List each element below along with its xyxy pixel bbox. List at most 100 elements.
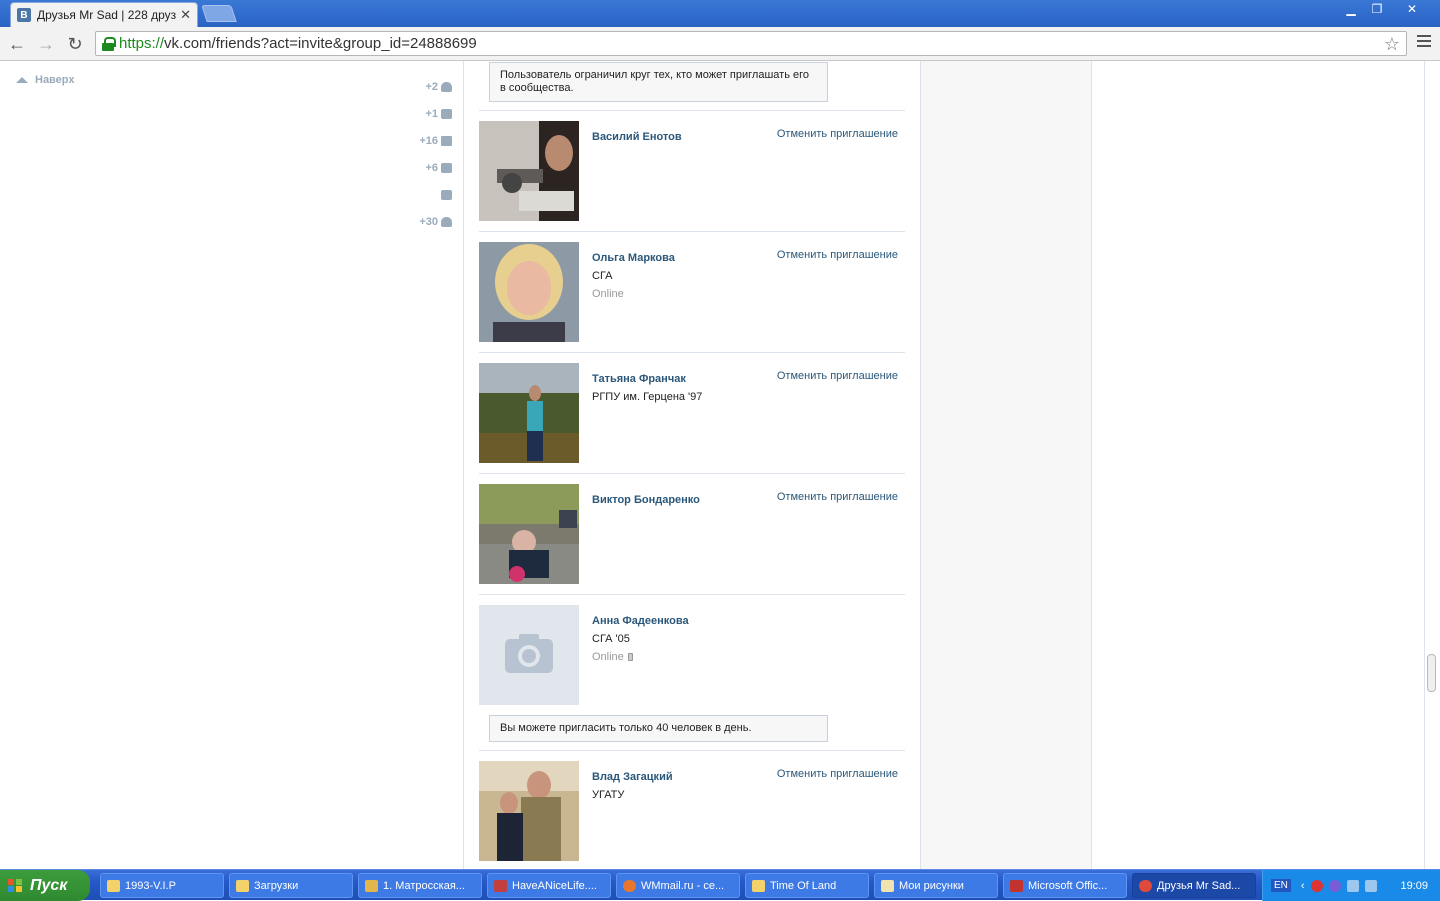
cancel-invite-link[interactable]: Отменить приглашение — [777, 768, 898, 780]
counter-photos[interactable]: +1 — [419, 100, 452, 127]
row-separator — [479, 594, 905, 595]
taskbar-item-label: Мои рисунки — [899, 879, 964, 892]
friend-name[interactable]: Анна Фадеенкова — [592, 615, 689, 627]
tab-active[interactable]: В Друзья Mr Sad | 228 друзей ✕ — [10, 2, 198, 27]
scroll-to-top-link[interactable]: Наверх — [16, 74, 75, 86]
cancel-invite-link[interactable]: Отменить приглашение — [777, 370, 898, 382]
avatar-photo — [479, 484, 579, 584]
page-content: Наверх +2 +1 +16 +6 +30 Пользователь огр… — [0, 61, 1440, 869]
taskbar-item[interactable]: 1. Матросская... — [358, 873, 482, 898]
cancel-invite-link[interactable]: Отменить приглашение — [777, 491, 898, 503]
no-photo-camera-icon — [479, 605, 579, 705]
row-separator — [479, 473, 905, 474]
taskbar-item[interactable]: Загрузки — [229, 873, 353, 898]
minimize-icon[interactable]: ▁ — [1338, 0, 1364, 18]
windows-logo-icon — [8, 878, 22, 893]
row-separator — [479, 110, 905, 111]
avatar-photo — [479, 761, 579, 861]
counter-value: +30 — [419, 215, 438, 228]
counter-groups[interactable]: +6 — [419, 154, 452, 181]
avatar[interactable] — [479, 363, 579, 463]
avatar[interactable] — [479, 484, 579, 584]
clock: 19:09 — [1400, 879, 1428, 892]
folder-icon — [107, 879, 120, 892]
taskbar-item-label: 1993-V.I.P — [125, 879, 176, 892]
new-tab-button[interactable] — [201, 5, 237, 22]
avatar[interactable] — [479, 761, 579, 861]
camera-icon — [441, 108, 452, 119]
friend-name[interactable]: Ольга Маркова — [592, 252, 675, 264]
firefox-icon — [623, 879, 636, 892]
language-indicator[interactable]: EN — [1271, 879, 1291, 892]
address-bar[interactable]: https://vk.com/friends?act=invite&group_… — [95, 31, 1407, 56]
taskbar-item-label: WMmail.ru - се... — [641, 879, 725, 892]
network-icon[interactable] — [1364, 879, 1377, 892]
forward-icon[interactable]: → — [35, 33, 57, 55]
counter-messages[interactable]: +16 — [419, 127, 452, 154]
avatar[interactable] — [479, 242, 579, 342]
vk-favicon-icon: В — [17, 8, 31, 22]
taskbar-item[interactable]: HaveANiceLife.... — [487, 873, 611, 898]
restricted-notice: Пользователь ограничил круг тех, кто мож… — [489, 62, 828, 102]
mail-icon — [441, 135, 452, 146]
tray-app-icon[interactable] — [1328, 879, 1341, 892]
taskbar-item-label: Загрузки — [254, 879, 299, 892]
row-separator — [479, 231, 905, 232]
friend-name[interactable]: Виктор Бондаренко — [592, 494, 700, 506]
taskbar-item-active[interactable]: Друзья Mr Sad... — [1132, 873, 1256, 898]
group-icon — [441, 162, 452, 173]
counter-comments[interactable] — [419, 181, 452, 208]
taskbar-item[interactable]: Мои рисунки — [874, 873, 998, 898]
friend-row: Василий Енотов Отменить приглашение — [479, 121, 905, 221]
counter-value: +1 — [425, 107, 438, 120]
invite-limit-notice: Вы можете пригласить только 40 человек в… — [489, 715, 828, 742]
back-icon[interactable]: ← — [6, 33, 28, 55]
notification-counters: +2 +1 +16 +6 +30 — [419, 73, 452, 235]
counter-settings[interactable]: +30 — [419, 208, 452, 235]
system-tray: EN ‹ 19:09 — [1262, 870, 1440, 901]
online-status: Online — [592, 651, 633, 663]
antivirus-icon[interactable] — [1310, 879, 1323, 892]
taskbar-item[interactable]: Time Of Land — [745, 873, 869, 898]
tray-expand-icon[interactable]: ‹ — [1301, 880, 1305, 892]
scroll-top-label: Наверх — [35, 74, 75, 86]
avatar-photo — [479, 363, 579, 463]
folder-icon — [752, 879, 765, 892]
tab-close-icon[interactable]: ✕ — [180, 7, 191, 23]
comment-icon — [441, 189, 452, 200]
reload-icon[interactable]: ↻ — [64, 33, 86, 55]
counter-friends[interactable]: +2 — [419, 73, 452, 100]
taskbar-item[interactable]: 1993-V.I.P — [100, 873, 224, 898]
menu-icon[interactable] — [1417, 35, 1431, 47]
scrollbar-thumb[interactable] — [1427, 654, 1436, 692]
bookmark-star-icon[interactable]: ☆ — [1384, 34, 1400, 55]
url-path: vk.com/friends?act=invite&group_id=24888… — [164, 35, 477, 52]
friend-row: Виктор Бондаренко Отменить приглашение — [479, 484, 905, 584]
taskbar-item[interactable]: Microsoft Offic... — [1003, 873, 1127, 898]
restore-icon[interactable]: ❐ — [1364, 0, 1390, 18]
start-button[interactable]: Пуск — [0, 870, 90, 901]
cancel-invite-link[interactable]: Отменить приглашение — [777, 128, 898, 140]
friend-name[interactable]: Татьяна Франчак — [592, 373, 686, 385]
avatar-photo — [479, 242, 579, 342]
friend-name[interactable]: Василий Енотов — [592, 131, 682, 143]
lock-icon — [102, 36, 116, 51]
tab-title: Друзья Mr Sad | 228 друзей — [37, 8, 177, 22]
friend-row: Ольга Маркова СГА Online Отменить пригла… — [479, 242, 905, 342]
browser-titlebar: В Друзья Mr Sad | 228 друзей ✕ ▁ ❐ ✕ — [0, 0, 1440, 27]
cancel-invite-link[interactable]: Отменить приглашение — [777, 249, 898, 261]
user-icon — [441, 81, 452, 92]
avatar[interactable] — [479, 121, 579, 221]
friend-university: РГПУ им. Герцена '97 — [592, 391, 703, 403]
friend-university: СГА — [592, 270, 613, 282]
counter-value: +2 — [425, 80, 438, 93]
column-divider — [1424, 61, 1425, 869]
window-close-icon[interactable]: ✕ — [1390, 0, 1434, 18]
avatar[interactable] — [479, 605, 579, 705]
taskbar-item[interactable]: WMmail.ru - се... — [616, 873, 740, 898]
column-divider — [463, 61, 464, 869]
browser-toolbar: ← → ↻ https://vk.com/friends?act=invite&… — [0, 27, 1440, 61]
settings-icon — [441, 216, 452, 227]
network-icon[interactable] — [1346, 879, 1359, 892]
friend-name[interactable]: Влад Загацкий — [592, 771, 673, 783]
